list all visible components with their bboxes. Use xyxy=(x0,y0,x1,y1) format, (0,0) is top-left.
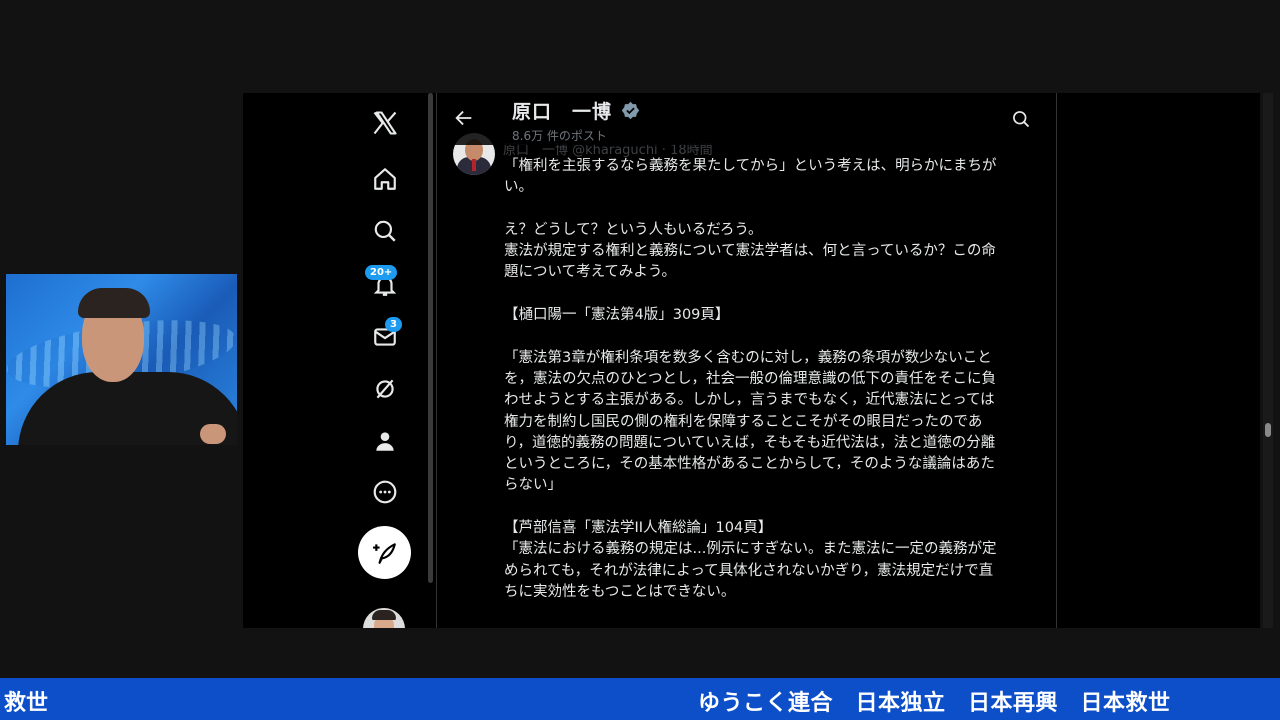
column-divider-right xyxy=(1056,93,1057,628)
main-timeline-column: 原口 一博 @kharaguchi · 18時間 「権利を主張するなら義務を果た… xyxy=(437,93,1056,628)
tweet-line: 憲法が規定する権利と義務について憲法学者は、何と言っているか？この命 xyxy=(504,243,996,260)
tweet-line xyxy=(504,284,1036,305)
tweet-line: 「権利を主張するなら義務を果たしてから」という考えは、明らかにまちが xyxy=(504,158,997,174)
tweet-line: 「憲法第3章が権利条項を数多く含むのに対し，義務の条項が数少ないこと xyxy=(504,349,992,366)
tweet-line: わせようとする主張がある。しかし，言うまでもなく，近代憲法にとっては xyxy=(504,392,995,409)
tweet-line: らない」 xyxy=(504,477,562,494)
verified-badge-icon xyxy=(621,101,640,120)
messages-badge: 3 xyxy=(385,317,402,332)
tweet-line: り，道徳的義務の問題についていえば，そもそも近代法は，法と道徳の分離 xyxy=(504,434,996,451)
ticker-right-text: ゆうこく連合 日本独立 日本再興 日本救世 xyxy=(698,691,1171,716)
tweet-line: 「憲法における義務の規定は...例示にすぎない。また憲法に一定の義務が定 xyxy=(504,541,997,558)
webcam-video xyxy=(6,274,237,445)
tweet-line: 【樋口陽一「憲法第4版」309頁】 xyxy=(504,307,730,324)
grok-icon[interactable] xyxy=(367,371,403,407)
more-options-icon[interactable] xyxy=(367,474,403,510)
profile-person-icon[interactable] xyxy=(367,423,403,459)
tweet-line: え？どうして？という人もいるだろう。 xyxy=(504,221,763,238)
tweet-line: 題について考えてみよう。 xyxy=(504,264,676,281)
x-browser-window: 20+ 3 原口 一博 @kharaguchi · 18時間 「権利を主張するな… xyxy=(243,93,1260,628)
presenter-hand xyxy=(200,424,226,444)
tweet-text: 「権利を主張するなら義務を果たしてから」という考えは、明らかにまちが い。え？どう… xyxy=(504,156,1036,603)
tweet-line xyxy=(504,199,1036,220)
tweet-line: というところに，その基本性格があることからして，そのような議論はあた xyxy=(504,456,995,473)
search-icon[interactable] xyxy=(1011,109,1033,131)
tweet-line: 権力を制約し国民の側の権利を保障することこそがその眼目だったのであ xyxy=(504,413,983,430)
profile-name: 原口 一博 xyxy=(512,101,613,123)
profile-header: 原口 一博 8.6万 件のポスト xyxy=(437,93,1056,145)
back-arrow-icon[interactable] xyxy=(453,107,477,131)
tweet-line: を，憲法の欠点のひとつとし，社会一般の倫理意識の低下の責任をそこに負 xyxy=(504,370,996,387)
tweet-line: ちに実効性をもつことはできない。 xyxy=(504,583,736,600)
tweet-line xyxy=(504,497,1036,518)
tweet-line: い。 xyxy=(504,179,533,196)
home-icon[interactable] xyxy=(367,161,403,197)
x-logo-icon[interactable] xyxy=(367,105,403,141)
ticker-left-text: 救世 xyxy=(4,691,49,716)
tweet-line: 【芦部信喜「憲法学II人権総論」104頁】 xyxy=(504,520,773,537)
notifications-badge: 20+ xyxy=(365,265,398,280)
compose-post-button[interactable] xyxy=(358,526,411,579)
search-icon[interactable] xyxy=(367,213,403,249)
news-ticker: 救世 ゆうこく連合 日本独立 日本再興 日本救世 xyxy=(0,678,1280,720)
feather-plus-icon xyxy=(372,542,396,564)
post-count: 8.6万 件のポスト xyxy=(512,129,607,143)
page-scrollbar[interactable] xyxy=(1263,93,1273,628)
nav-scrollbar[interactable] xyxy=(428,93,433,583)
tweet-line xyxy=(504,326,1036,347)
account-avatar[interactable] xyxy=(363,608,405,628)
presenter-hair xyxy=(78,288,150,318)
tweet-line: められても，それが法律によって具体化されないかぎり，憲法規定だけで直 xyxy=(504,562,994,579)
